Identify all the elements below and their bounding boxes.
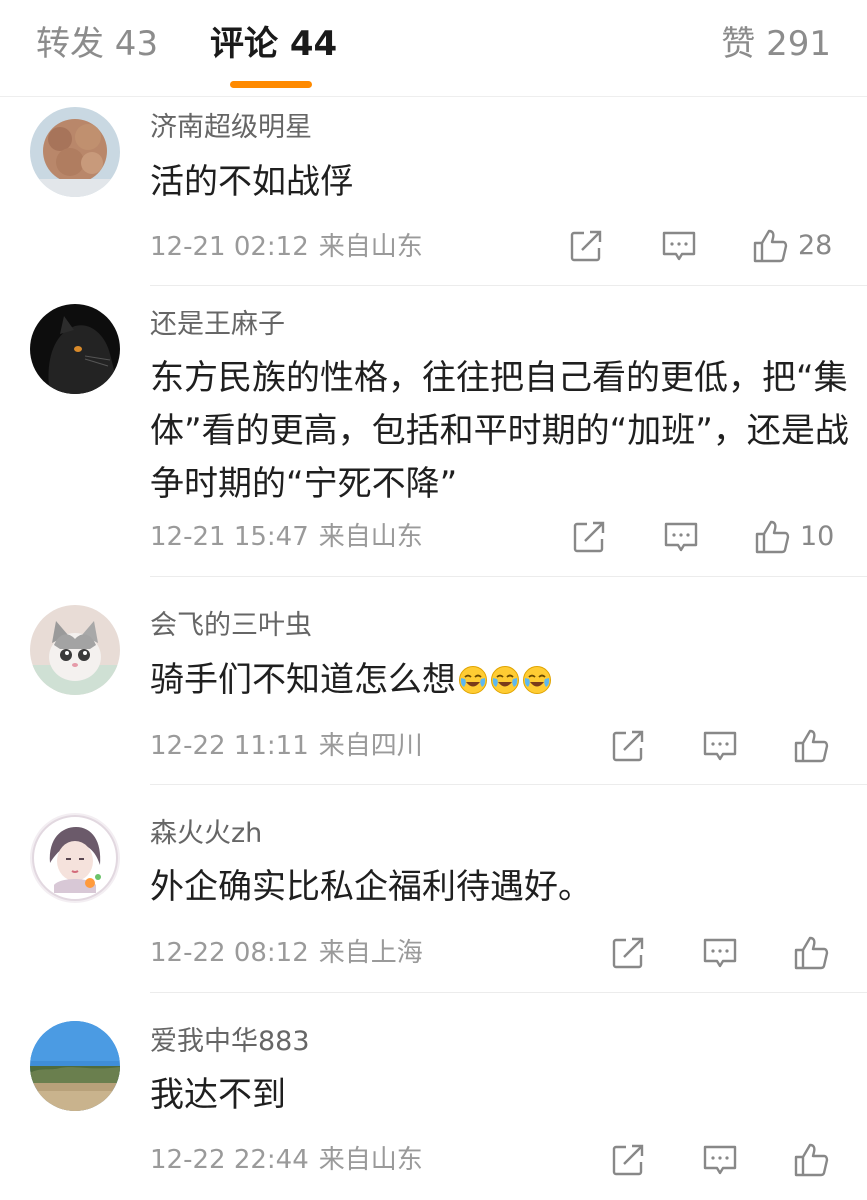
like-button[interactable]: 10 [754,517,834,557]
username[interactable]: 济南超级明星 [150,111,312,145]
comment-text: 东方民族的性格，往往把自己看的更低，把“集体”看的更高，包括和平时期的“加班”，… [150,358,849,504]
thumbs-up-icon [753,229,788,263]
avatar[interactable] [30,107,120,197]
anime-girl-avatar [30,813,120,903]
avatar[interactable] [30,605,120,695]
share-icon [573,521,605,553]
comment-meta: 12-22 08:12 来自上海 [150,936,423,970]
comment-icon [662,231,696,261]
location: 来自山东 [318,1145,423,1175]
timestamp: 12-22 08:12 [150,938,309,968]
comment-meta: 12-21 15:47 来自山东 [150,520,423,554]
share-button[interactable] [568,226,604,266]
like-button[interactable] [793,1140,829,1180]
timestamp: 12-22 11:11 [150,731,309,761]
comment-text-content: 骑手们不知道怎么想 [150,660,456,700]
username[interactable]: 会飞的三叶虫 [150,609,312,643]
thumbs-up-icon [794,936,829,970]
username[interactable]: 森火火zh [150,817,262,851]
comment-icon [703,1145,737,1175]
kitten-avatar [30,605,120,695]
tab-bar: 转发 43 评论 44 赞 291 [0,0,867,97]
reply-button[interactable] [663,517,699,557]
divider [150,576,867,577]
thumbs-up-icon [755,520,790,554]
like-count: 28 [798,230,833,261]
divider [150,992,867,993]
divider [150,285,867,286]
timestamp: 12-21 02:12 [150,232,309,262]
comment-meta: 12-22 22:44 来自山东 [150,1143,423,1177]
thumbs-up-icon [794,1143,829,1177]
like-button[interactable] [793,933,829,973]
comment-icon [664,522,698,552]
username[interactable]: 还是王麻子 [150,308,285,342]
fluffy-dog-avatar [30,107,120,197]
avatar[interactable] [30,813,120,903]
active-tab-indicator [230,81,312,88]
avatar[interactable] [30,1021,120,1111]
reply-button[interactable] [702,726,738,766]
share-button[interactable] [610,933,646,973]
reply-button[interactable] [661,226,697,266]
comment-text: 外企确实比私企福利待遇好。 [150,867,592,907]
share-icon [612,1144,644,1176]
like-button[interactable]: 28 [752,226,832,266]
comment-meta: 12-22 11:11 来自四川 [150,729,423,763]
share-button[interactable] [610,1140,646,1180]
comment-icon [703,938,737,968]
reply-button[interactable] [702,1140,738,1180]
comment-meta: 12-21 02:12 来自山东 [150,230,423,264]
like-button[interactable] [793,726,829,766]
share-icon [570,230,602,262]
avatar[interactable] [30,304,120,394]
reply-button[interactable] [702,933,738,973]
like-count: 10 [800,521,835,552]
timestamp: 12-21 15:47 [150,522,309,552]
share-icon [612,937,644,969]
landscape-avatar [30,1021,120,1111]
crying-laughing-emoji [522,665,552,695]
comment-text: 活的不如战俘 [150,162,354,202]
share-icon [612,730,644,762]
comment-icon [703,731,737,761]
crying-laughing-emoji [458,665,488,695]
location: 来自山东 [318,232,423,262]
location: 来自上海 [318,938,423,968]
tab-likes[interactable]: 赞 291 [721,22,831,66]
thumbs-up-icon [794,729,829,763]
comment-text: 我达不到 [150,1075,286,1115]
username[interactable]: 爱我中华883 [150,1025,310,1059]
location: 来自四川 [318,731,423,761]
timestamp: 12-22 22:44 [150,1145,309,1175]
crying-laughing-emoji [490,665,520,695]
share-button[interactable] [610,726,646,766]
tab-comments[interactable]: 评论 44 [210,22,337,66]
location: 来自山东 [318,522,423,552]
divider [150,784,867,785]
black-cat-avatar [30,304,120,394]
share-button[interactable] [571,517,607,557]
tab-forward[interactable]: 转发 43 [36,22,158,66]
comment-text: 骑手们不知道怎么想 [150,654,850,707]
